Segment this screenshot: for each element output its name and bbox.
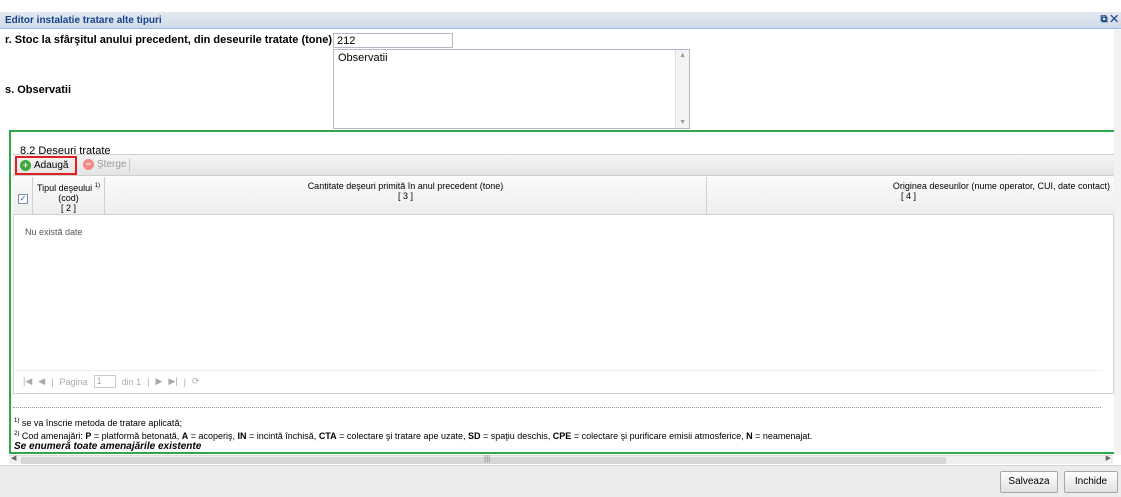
grid-header: ✓ Tipul deşeului 1) (cod) [ 2 ] Cantitat… (13, 177, 1114, 215)
note-2-code: IN (237, 431, 247, 441)
page-label: Pagina (59, 376, 88, 387)
delete-button[interactable]: − Şterge (83, 159, 126, 170)
select-all-cell: ✓ (13, 177, 33, 215)
observations-textarea[interactable]: Observatii ▲ ▼ (333, 49, 690, 129)
note-2-code: CTA (318, 431, 337, 441)
column-header-origin[interactable]: Originea deseurilor (nume operator, CUI,… (707, 177, 1114, 215)
save-button[interactable]: Salveaza (1000, 471, 1058, 493)
pager: |◀ ◀ | Pagina 1 din 1 | ▶ ▶| | ⟳ (13, 370, 1103, 392)
note-2-prefix: Cod amenajări: (21, 431, 86, 441)
note-2-text: = colectare şi purificare emisii atmosfe… (571, 431, 747, 441)
column-header-type[interactable]: Tipul deşeului 1) (cod) [ 2 ] (33, 177, 105, 215)
horizontal-scrollbar[interactable]: ◀ ||| ▶ (9, 454, 1113, 464)
last-page-icon[interactable]: ▶| (168, 376, 177, 387)
restore-icon[interactable]: ⧉ (1100, 14, 1107, 25)
column-quantity-label: Cantitate deşeuri primită în anul preced… (307, 181, 504, 191)
scroll-up-icon[interactable]: ▲ (679, 52, 686, 59)
column-type-sup: 1) (94, 183, 101, 189)
textarea-scrollbar[interactable]: ▲ ▼ (675, 50, 689, 128)
note-2-text: = acoperiş, (188, 431, 238, 441)
delete-icon: − (83, 159, 94, 170)
note-2-sup: 2) (14, 431, 20, 437)
add-icon: + (20, 160, 31, 171)
stock-label: r. Stoc la sfârşitul anului precedent, d… (5, 34, 333, 46)
notes-divider (13, 407, 1101, 408)
note-2-text: = spaţiu deschis, (480, 431, 553, 441)
scroll-right-icon[interactable]: ▶ (1106, 454, 1111, 462)
pager-separator: | (147, 376, 150, 387)
prev-page-icon[interactable]: ◀ (38, 376, 45, 387)
close-icon[interactable]: ✕ (1110, 14, 1118, 25)
close-button[interactable]: Inchide (1064, 471, 1118, 493)
note-2-text: = incintă închisă, (246, 431, 319, 441)
stock-input[interactable]: 212 (333, 33, 453, 48)
note-1-sup: 1) (14, 418, 20, 424)
note-1-text: se va înscrie metoda de tratare aplicată… (21, 418, 182, 428)
empty-grid-text: Nu există date (25, 227, 83, 237)
scroll-down-icon[interactable]: ▼ (679, 119, 686, 126)
toolbar-separator (129, 159, 130, 172)
note-3: Se enumeră toate amenajările existente (14, 441, 202, 452)
note-1: 1) se va înscrie metoda de tratare aplic… (14, 418, 182, 428)
window-title: Editor instalatie tratare alte tipuri (5, 15, 162, 26)
page-input[interactable]: 1 (93, 375, 116, 388)
page-of-label: din 1 (121, 376, 142, 387)
observations-value: Observatii (338, 52, 388, 64)
note-2-text: = colectare şi tratare ape uzate, (336, 431, 468, 441)
column-type-sub: (cod) (58, 193, 79, 203)
next-page-icon[interactable]: ▶ (155, 376, 162, 387)
note-2-code: SD (467, 431, 481, 441)
scroll-left-icon[interactable]: ◀ (11, 454, 16, 462)
scroll-grip-icon: ||| (484, 454, 491, 463)
vertical-scrollbar[interactable] (1114, 30, 1121, 455)
note-2-code: CPE (552, 431, 572, 441)
add-button[interactable]: + Adaugă (15, 156, 77, 175)
select-all-checkbox[interactable]: ✓ (18, 194, 28, 204)
column-origin-index: [ 4 ] (900, 191, 916, 201)
add-button-label: Adaugă (34, 160, 69, 171)
window-footer: Salveaza Inchide (0, 465, 1121, 497)
column-type-index: [ 2 ] (60, 203, 76, 213)
note-2: 2) Cod amenajări: P = platformă betonată… (14, 431, 812, 441)
form-area: r. Stoc la sfârşitul anului precedent, d… (0, 30, 1112, 130)
observations-label: s. Observatii (5, 84, 72, 96)
grid-toolbar: + Adaugă − Şterge (13, 155, 1114, 176)
column-header-quantity[interactable]: Cantitate deşeuri primită în anul preced… (105, 177, 707, 215)
column-origin-label: Originea deseurilor (nume operator, CUI,… (892, 181, 1110, 191)
column-quantity-index: [ 3 ] (397, 191, 413, 201)
delete-button-label: Şterge (97, 159, 127, 170)
pager-separator: | (183, 376, 186, 387)
pager-separator: | (51, 376, 54, 387)
note-2-text: = platformă betonată, (91, 431, 182, 441)
column-type-label: Tipul deşeului (36, 183, 93, 193)
window-titlebar: Editor instalatie tratare alte tipuri ⧉ … (0, 12, 1121, 29)
note-2-text: = neamenajat. (752, 431, 813, 441)
window-controls: ⧉ ✕ (1100, 14, 1118, 25)
refresh-icon[interactable]: ⟳ (192, 376, 200, 387)
first-page-icon[interactable]: |◀ (23, 376, 32, 387)
